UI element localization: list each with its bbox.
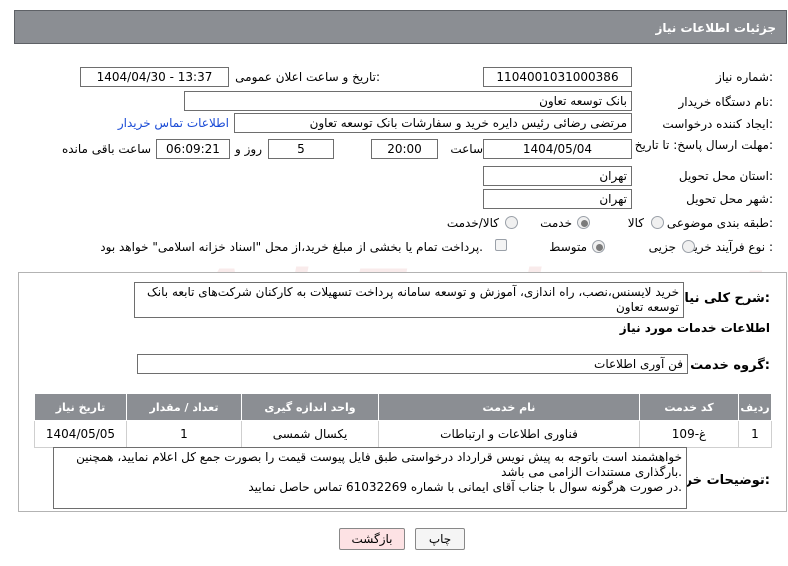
city-field: تهران xyxy=(483,189,632,209)
city-label: شهر محل تحویل: xyxy=(686,192,773,206)
cell-code: غ-109 xyxy=(639,420,739,448)
need-number-field: 1104001031000386 xyxy=(483,67,632,87)
services-info-heading: اطلاعات خدمات مورد نیاز xyxy=(619,321,770,335)
cell-date: 1404/05/05 xyxy=(34,420,127,448)
col-name-header: نام خدمت xyxy=(378,393,640,421)
col-code-header: کد خدمت xyxy=(639,393,739,421)
category-goods-radio[interactable] xyxy=(651,216,664,229)
service-group-label: گروه خدمت: xyxy=(690,358,770,373)
buyer-contact-link[interactable]: اطلاعات تماس خریدار xyxy=(118,116,229,130)
buyer-notes-textarea[interactable]: خواهشمند است باتوجه به پیش نویس قرارداد … xyxy=(53,447,687,509)
process-type-label: نوع فرآیند خرید : xyxy=(688,240,773,254)
province-field: تهران xyxy=(483,166,632,186)
treasury-payment-checkbox[interactable] xyxy=(495,239,507,251)
services-table: ردیف کد خدمت نام خدمت واحد اندازه گیری ت… xyxy=(34,393,772,448)
announce-datetime-field: 1404/04/30 - 13:37 xyxy=(80,67,229,87)
service-group-field: فن آوری اطلاعات xyxy=(137,354,688,374)
table-header-row: ردیف کد خدمت نام خدمت واحد اندازه گیری ت… xyxy=(34,393,772,421)
remaining-time-field: 06:09:21 xyxy=(156,139,230,159)
col-row-header: ردیف xyxy=(738,393,772,421)
cell-name: فناوری اطلاعات و ارتباطات xyxy=(378,420,640,448)
deadline-time-label: ساعت xyxy=(450,142,483,156)
days-label: روز و xyxy=(235,142,262,156)
process-medium-label: متوسط xyxy=(549,240,587,254)
cell-row: 1 xyxy=(738,420,772,448)
process-minor-label: جزیی xyxy=(648,240,676,254)
cell-unit: یکسال شمسی xyxy=(241,420,379,448)
requester-label: ایجاد کننده درخواست: xyxy=(662,117,773,131)
treasury-payment-note: پرداخت تمام یا بخشی از مبلغ خرید،از محل … xyxy=(100,240,483,254)
services-table-wrap: ردیف کد خدمت نام خدمت واحد اندازه گیری ت… xyxy=(34,393,772,448)
category-label: طبقه بندی موضوعی: xyxy=(666,216,773,230)
deadline-label-text: مهلت ارسال پاسخ: تا تاریخ: xyxy=(634,138,773,152)
announce-datetime-label: تاریخ و ساعت اعلان عمومی: xyxy=(235,70,380,84)
category-service-radio[interactable] xyxy=(577,216,590,229)
cell-qty: 1 xyxy=(126,420,242,448)
general-desc-label: شرح کلی نیاز: xyxy=(676,291,770,306)
deadline-label: مهلت ارسال پاسخ: تا تاریخ: xyxy=(633,137,773,153)
print-button[interactable]: چاپ xyxy=(415,528,465,550)
remaining-label: ساعت باقی مانده xyxy=(61,142,151,156)
category-goods-service-label: کالا/خدمت xyxy=(446,216,499,230)
buyer-org-field: بانک توسعه تعاون xyxy=(184,91,632,111)
category-service-label: خدمت xyxy=(540,216,572,230)
page-title: جزئیات اطلاعات نیاز xyxy=(655,21,776,35)
remaining-days-field: 5 xyxy=(268,139,334,159)
general-desc-textarea[interactable]: خرید لایسنس،نصب، راه اندازی، آموزش و توس… xyxy=(134,282,684,318)
back-button[interactable]: بازگشت xyxy=(339,528,405,550)
category-goods-label: کالا xyxy=(627,216,644,230)
page-header: جزئیات اطلاعات نیاز xyxy=(14,10,787,44)
province-label: استان محل تحویل: xyxy=(678,169,773,183)
buyer-notes-line-1: خواهشمند است باتوجه به پیش نویس قرارداد … xyxy=(76,450,682,464)
requester-field: مرتضی رضائی رئیس دایره خرید و سفارشات با… xyxy=(234,113,632,133)
col-qty-header: تعداد / مقدار xyxy=(126,393,242,421)
buyer-notes-line-3: در صورت هرگونه سوال با جناب آقای ایمانی … xyxy=(248,480,682,494)
col-date-header: تاریخ نیاز xyxy=(34,393,127,421)
buyer-notes-line-2: بارگذاری مستندات الزامی می باشد. xyxy=(501,465,682,479)
table-row: 1 غ-109 فناوری اطلاعات و ارتباطات یکسال … xyxy=(34,420,772,448)
col-unit-header: واحد اندازه گیری xyxy=(241,393,379,421)
need-number-label: شماره نیاز: xyxy=(715,70,773,84)
process-minor-radio[interactable] xyxy=(682,240,695,253)
deadline-date-field: 1404/05/04 xyxy=(483,139,632,159)
deadline-time-field: 20:00 xyxy=(371,139,438,159)
buyer-org-label: نام دستگاه خریدار: xyxy=(678,95,774,109)
process-medium-radio[interactable] xyxy=(592,240,605,253)
category-goods-service-radio[interactable] xyxy=(505,216,518,229)
